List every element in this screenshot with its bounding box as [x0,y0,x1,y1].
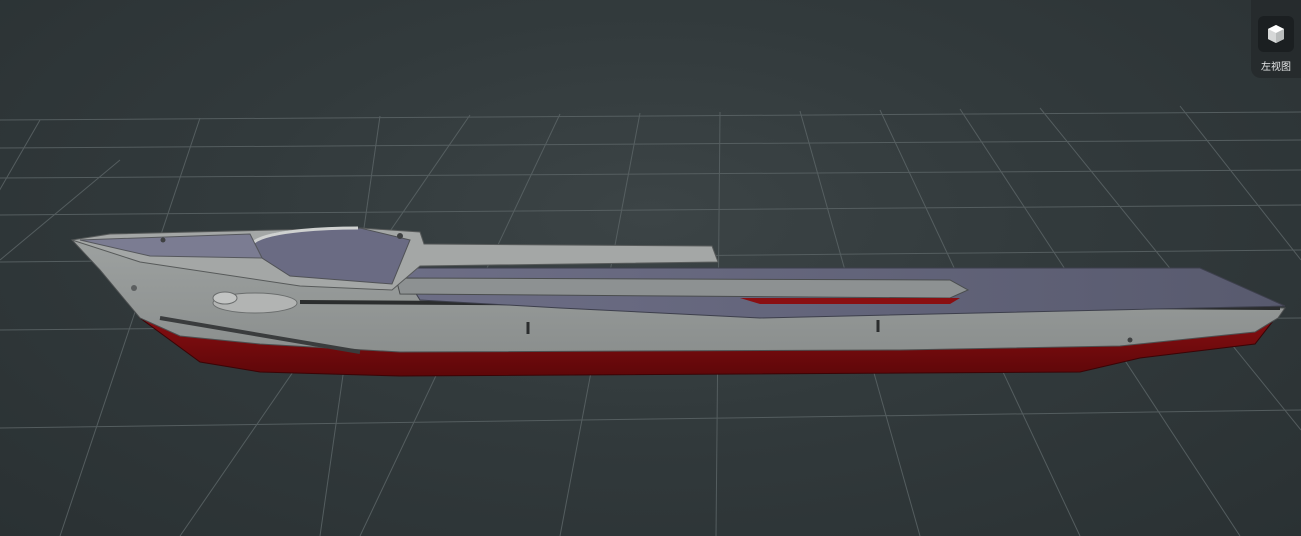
scene-canvas[interactable] [0,0,1301,536]
view-label[interactable]: 左视图 [1261,58,1291,73]
3d-viewport[interactable]: 左视图 [0,0,1301,536]
view-cube-panel: 左视图 [1251,0,1301,78]
ship-model [70,226,1286,377]
view-cube-button[interactable] [1258,16,1294,52]
cube-icon [1268,25,1284,43]
